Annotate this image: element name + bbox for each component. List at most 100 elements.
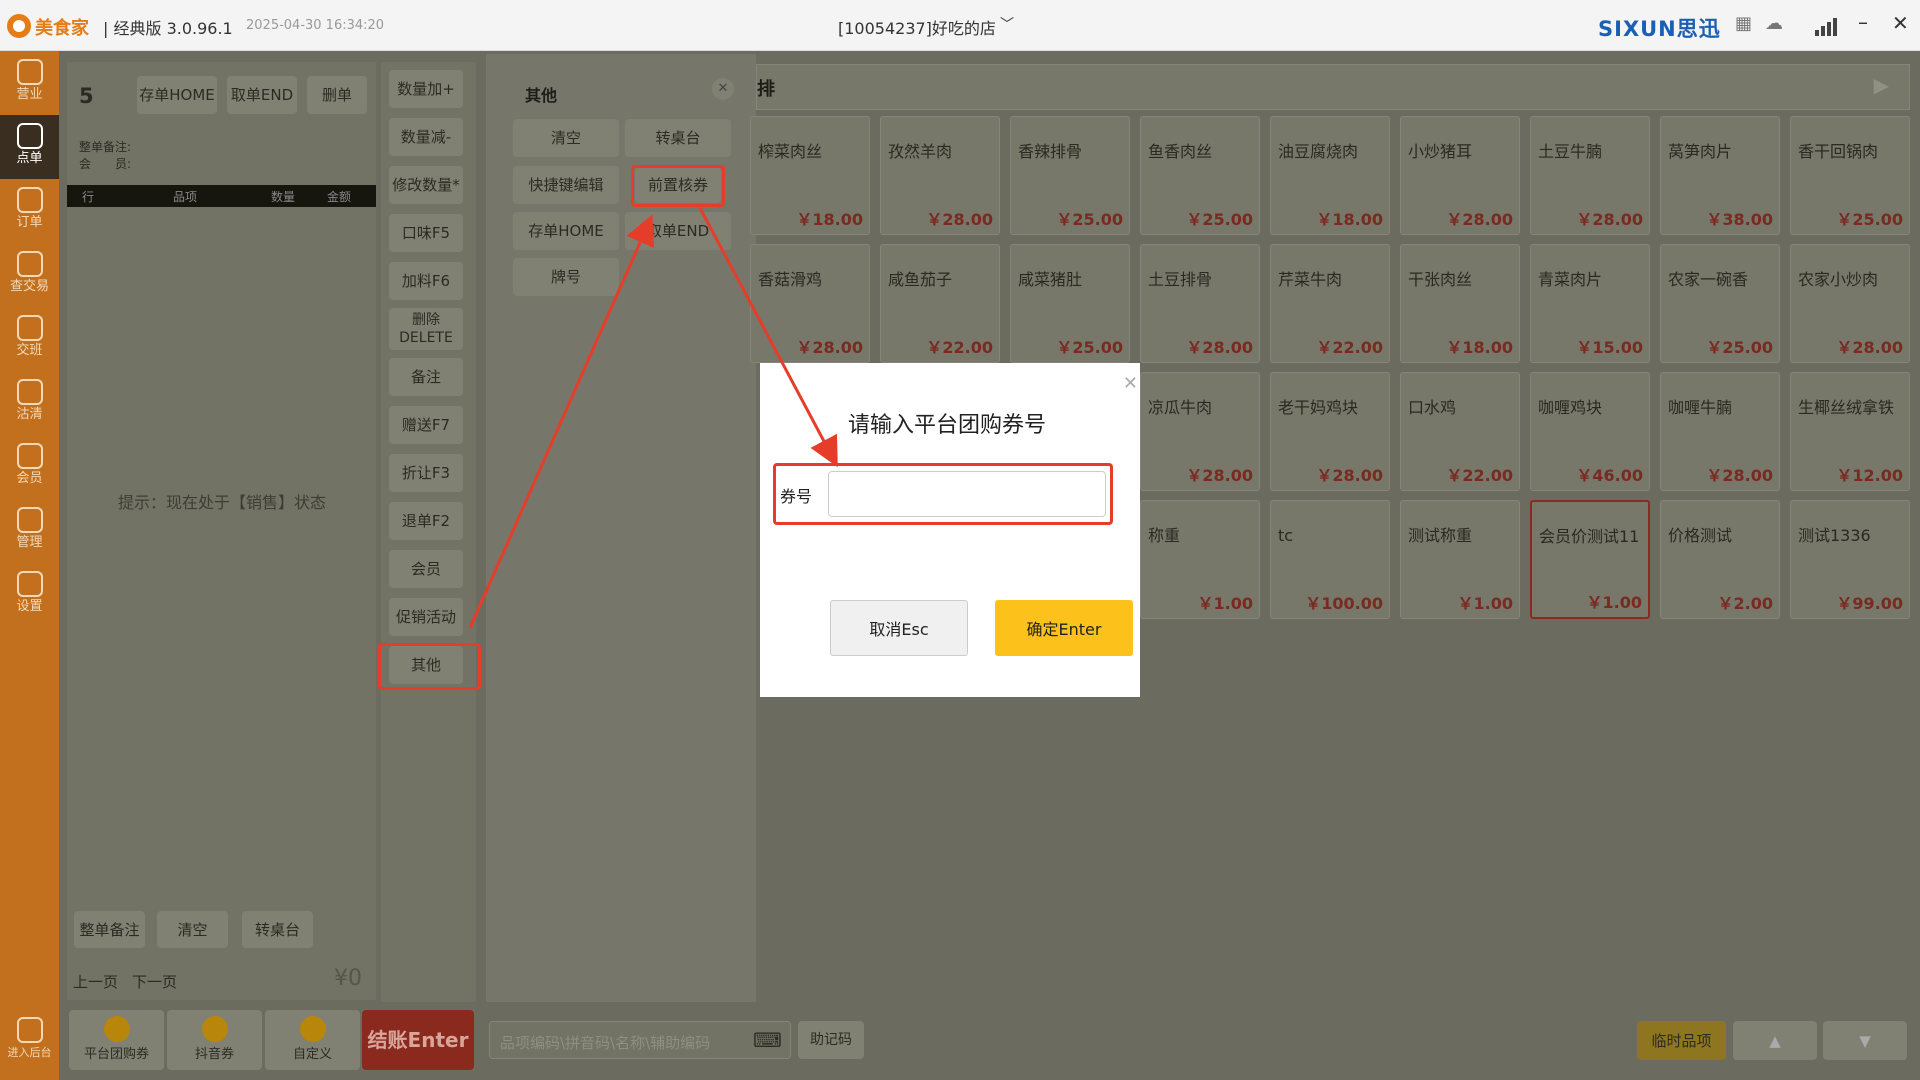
checkout-button[interactable]: 结账Enter — [362, 1010, 474, 1070]
dish-card[interactable]: 香菇滑鸡 ￥28.00 — [750, 244, 870, 363]
dish-card[interactable]: 香干回锅肉 ￥25.00 — [1790, 116, 1910, 235]
prev-page-link[interactable]: 上一页 — [73, 971, 118, 992]
remark-button[interactable]: 备注 — [389, 358, 463, 396]
sidebar-item-soldout[interactable]: 沽清 — [0, 371, 59, 435]
flavor-button[interactable]: 口味F5 — [389, 214, 463, 252]
dish-card[interactable]: 莴笋肉片 ￥38.00 — [1660, 116, 1780, 235]
sidebar-item-shift[interactable]: 交班 — [0, 307, 59, 371]
arrow-right-icon[interactable]: ▶ — [1874, 73, 1889, 97]
dish-card[interactable]: 咖喱鸡块 ￥46.00 — [1530, 372, 1650, 491]
other-transfer-button[interactable]: 转桌台 — [625, 119, 731, 157]
hotkey-edit-button[interactable]: 快捷键编辑 — [513, 166, 619, 204]
store-selector[interactable]: [10054237]好吃的店 — [838, 15, 996, 39]
sidebar-item-settings[interactable]: 设置 — [0, 563, 59, 627]
payment-group-coupon[interactable]: 平台团购券 — [69, 1010, 164, 1070]
sidebar-item-business[interactable]: 营业 — [0, 51, 59, 115]
dish-card[interactable]: 凉瓜牛肉 ￥28.00 — [1140, 372, 1260, 491]
bag-icon — [16, 251, 43, 277]
sidebar-item-member[interactable]: 会员 — [0, 435, 59, 499]
sidebar-item-manage[interactable]: 管理 — [0, 499, 59, 563]
dish-card[interactable]: 青菜肉片 ￥15.00 — [1530, 244, 1650, 363]
transfer-table-button[interactable]: 转桌台 — [242, 911, 313, 948]
dish-card[interactable]: 测试1336 ￥99.00 — [1790, 500, 1910, 619]
sidebar-item-backend[interactable]: 进入后台 — [0, 1009, 59, 1073]
close-icon[interactable]: ✕ — [1123, 373, 1138, 394]
close-icon[interactable]: ✕ — [712, 78, 734, 100]
dish-card[interactable]: 称重 ￥1.00 — [1140, 500, 1260, 619]
chart-icon — [16, 59, 43, 85]
sidebar-item-transactions[interactable]: 查交易 — [0, 243, 59, 307]
other-button-highlight — [378, 643, 481, 690]
table-number-button[interactable]: 牌号 — [513, 258, 619, 296]
dish-card[interactable]: 老干妈鸡块 ￥28.00 — [1270, 372, 1390, 491]
dish-card[interactable]: 生椰丝绒拿铁 ￥12.00 — [1790, 372, 1910, 491]
edit-qty-button[interactable]: 修改数量* — [389, 166, 463, 204]
dish-card[interactable]: 土豆牛腩 ￥28.00 — [1530, 116, 1650, 235]
dish-card[interactable]: 会员价测试11 ￥1.00 — [1530, 500, 1650, 619]
confirm-button[interactable]: 确定Enter — [995, 600, 1133, 656]
grid-icon[interactable]: ▦ — [1735, 13, 1752, 34]
dish-card[interactable]: 小炒猪耳 ￥28.00 — [1400, 116, 1520, 235]
refund-button[interactable]: 退单F2 — [389, 502, 463, 540]
dish-card[interactable]: tc ￥100.00 — [1270, 500, 1390, 619]
sidebar-item-order[interactable]: 点单 — [0, 115, 59, 179]
dish-card[interactable]: 干张肉丝 ￥18.00 — [1400, 244, 1520, 363]
dish-card[interactable]: 芹菜牛肉 ￥22.00 — [1270, 244, 1390, 363]
delete-order-button[interactable]: 删单 — [307, 76, 367, 114]
sidebar: 营业 点单 订单 查交易 交班 沽清 会员 管理 设置 进入后台 — [0, 51, 59, 1080]
search-input[interactable]: 品项编码\拼音码\名称\辅助编码 ⌨ — [489, 1021, 791, 1059]
next-page-link[interactable]: 下一页 — [132, 971, 177, 992]
dish-card[interactable]: 咸菜猪肚 ￥25.00 — [1010, 244, 1130, 363]
coupon-input-highlight — [773, 463, 1113, 525]
save-order-button[interactable]: 存单HOME — [137, 76, 217, 114]
dish-card[interactable]: 咸鱼茄子 ￥22.00 — [880, 244, 1000, 363]
dish-card[interactable]: 价格测试 ￥2.00 — [1660, 500, 1780, 619]
scroll-up-button[interactable]: ▲ — [1733, 1021, 1817, 1060]
dish-card[interactable]: 土豆排骨 ￥28.00 — [1140, 244, 1260, 363]
dish-card[interactable]: 口水鸡 ￥22.00 — [1400, 372, 1520, 491]
other-clear-button[interactable]: 清空 — [513, 119, 619, 157]
person-icon — [16, 443, 43, 469]
dish-card[interactable]: 孜然羊肉 ￥28.00 — [880, 116, 1000, 235]
dish-card[interactable]: 农家一碗香 ￥25.00 — [1660, 244, 1780, 363]
qty-minus-button[interactable]: 数量减- — [389, 118, 463, 156]
payment-douyin[interactable]: 抖音券 — [167, 1010, 262, 1070]
qty-plus-button[interactable]: 数量加+ — [389, 70, 463, 108]
order-note-button[interactable]: 整单备注 — [74, 911, 145, 948]
dish-card[interactable]: 榨菜肉丝 ￥18.00 — [750, 116, 870, 235]
discount-button[interactable]: 折让F3 — [389, 454, 463, 492]
other-save-order-button[interactable]: 存单HOME — [513, 212, 619, 250]
payment-custom[interactable]: 自定义 — [265, 1010, 360, 1070]
fetch-order-button[interactable]: 取单END — [227, 76, 297, 114]
gear-icon — [16, 571, 43, 597]
dish-card[interactable]: 油豆腐烧肉 ￥18.00 — [1270, 116, 1390, 235]
addon-button[interactable]: 加料F6 — [389, 262, 463, 300]
signal-icon — [1815, 16, 1843, 36]
minimize-icon[interactable]: – — [1858, 10, 1868, 34]
swap-icon — [16, 315, 43, 341]
keyboard-icon[interactable]: ⌨ — [753, 1028, 782, 1052]
clear-button[interactable]: 清空 — [157, 911, 228, 948]
dish-card[interactable]: 鱼香肉丝 ￥25.00 — [1140, 116, 1260, 235]
dish-card[interactable]: 农家小炒肉 ￥28.00 — [1790, 244, 1910, 363]
chevron-down-icon[interactable]: ﹀ — [1000, 14, 1014, 34]
manage-icon — [16, 507, 43, 533]
delete-item-button[interactable]: 删除 DELETE — [389, 308, 463, 350]
member-button[interactable]: 会员 — [389, 550, 463, 588]
gift-button[interactable]: 赠送F7 — [389, 406, 463, 444]
triangle-down-icon: ▼ — [1859, 1031, 1871, 1050]
other-fetch-order-button[interactable]: 取单END — [625, 212, 731, 250]
temp-item-button[interactable]: 临时品项 — [1637, 1021, 1726, 1060]
memo-code-button[interactable]: 助记码 — [798, 1021, 864, 1059]
cloud-icon[interactable]: ☁ — [1765, 13, 1783, 34]
col-amount: 金额 — [327, 190, 352, 204]
dish-card[interactable]: 测试称重 ￥1.00 — [1400, 500, 1520, 619]
category-label[interactable]: 排 — [757, 75, 775, 101]
dish-card[interactable]: 咖喱牛腩 ￥28.00 — [1660, 372, 1780, 491]
close-icon[interactable]: ✕ — [1892, 11, 1909, 35]
cancel-button[interactable]: 取消Esc — [830, 600, 968, 656]
promotion-button[interactable]: 促销活动 — [389, 598, 463, 636]
dish-card[interactable]: 香辣排骨 ￥25.00 — [1010, 116, 1130, 235]
sidebar-item-orders[interactable]: 订单 — [0, 179, 59, 243]
scroll-down-button[interactable]: ▼ — [1823, 1021, 1907, 1060]
